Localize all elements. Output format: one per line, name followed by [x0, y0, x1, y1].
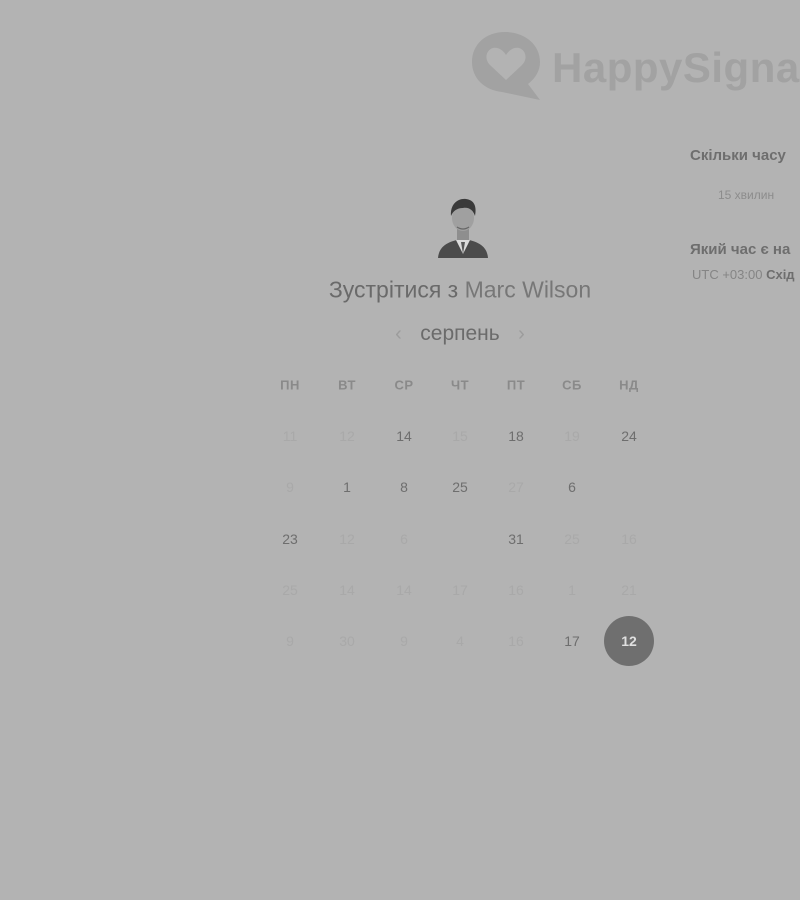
- brand-name: HappySigna: [552, 44, 800, 91]
- weekday-label: ВТ: [338, 377, 356, 393]
- weekday-label: ПН: [280, 377, 300, 393]
- calendar-day: 27: [508, 479, 524, 495]
- host-avatar: [438, 198, 488, 258]
- timezone-selector[interactable]: UTC +03:00 Схід: [692, 267, 795, 282]
- calendar-day: 9: [286, 633, 294, 649]
- calendar-day[interactable]: 17: [547, 633, 597, 649]
- title-prefix: Зустрітися з: [328, 276, 459, 303]
- calendar-day: 16: [508, 633, 524, 649]
- heart-chat-icon: [472, 32, 540, 100]
- calendar-day: 4: [456, 633, 464, 649]
- calendar-day: 21: [621, 582, 637, 598]
- calendar-day[interactable]: 23: [265, 531, 315, 547]
- brand-logo: HappySigna: [470, 28, 800, 104]
- timezone-question: Який час є на: [690, 241, 791, 258]
- calendar-day: 1: [568, 582, 576, 598]
- month-navigation: ‹ серпень ›: [0, 322, 800, 346]
- calendar-day: 25: [282, 582, 298, 598]
- chevron-right-icon[interactable]: ›: [518, 323, 525, 345]
- calendar-day: 17: [452, 582, 468, 598]
- calendar-day: 15: [452, 428, 468, 444]
- chevron-left-icon[interactable]: ‹: [395, 323, 402, 345]
- booking-details-panel: Скільки часу 15 хвилин Який час є на UTC…: [690, 140, 800, 300]
- weekday-label: ЧТ: [450, 377, 470, 393]
- weekday-label: СБ: [562, 377, 582, 393]
- calendar-day: 14: [339, 582, 355, 598]
- calendar-day: 12: [339, 531, 355, 547]
- weekday-label: СР: [394, 377, 414, 393]
- duration-option[interactable]: 15 хвилин: [718, 188, 774, 202]
- page-title: Зустрітися з Marc Wilson: [0, 277, 800, 304]
- calendar-day: 6: [400, 531, 408, 547]
- weekday-label: НД: [619, 377, 639, 393]
- calendar-day[interactable]: 14: [379, 428, 429, 444]
- calendar-day[interactable]: 1: [322, 479, 372, 495]
- calendar-day-selected[interactable]: 12: [604, 616, 654, 666]
- calendar-day[interactable]: 31: [491, 531, 541, 547]
- duration-question: Скільки часу: [690, 147, 786, 164]
- calendar-day: 19: [564, 428, 580, 444]
- calendar-day: 9: [400, 633, 408, 649]
- month-label: серпень: [420, 322, 500, 345]
- weekday-label: ПТ: [506, 377, 526, 393]
- calendar-day[interactable]: 8: [379, 479, 429, 495]
- calendar-day: 11: [282, 428, 298, 444]
- calendar-day: 16: [621, 531, 637, 547]
- calendar-day[interactable]: 6: [547, 479, 597, 495]
- calendar-day: 9: [286, 479, 294, 495]
- calendar-day[interactable]: 18: [491, 428, 541, 444]
- calendar-day[interactable]: 25: [435, 479, 485, 495]
- timezone-offset: UTC +03:00: [692, 267, 763, 282]
- calendar-day: 14: [396, 582, 412, 598]
- calendar-day[interactable]: 24: [604, 428, 654, 444]
- host-name: Marc Wilson: [464, 276, 592, 303]
- calendar-day: 16: [508, 582, 524, 598]
- calendar-day: 25: [564, 531, 580, 547]
- calendar-day: 12: [339, 428, 355, 444]
- timezone-name: Схід: [766, 267, 795, 282]
- calendar-day: 30: [339, 633, 355, 649]
